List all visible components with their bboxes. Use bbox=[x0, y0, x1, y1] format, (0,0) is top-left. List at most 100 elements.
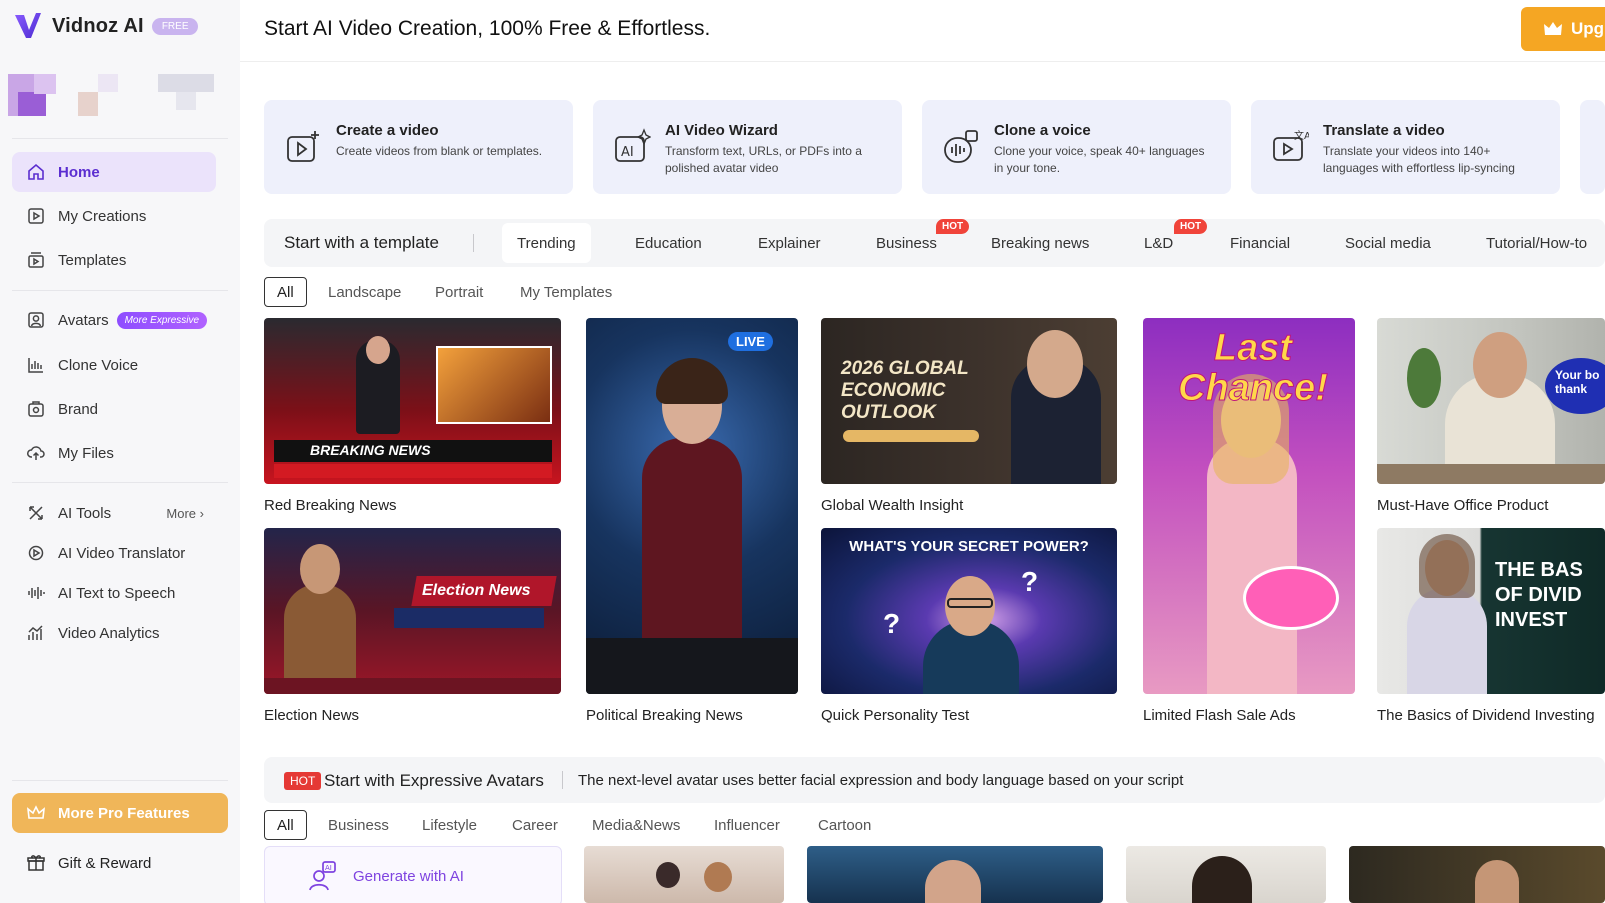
template-caption: Political Breaking News bbox=[586, 707, 743, 724]
tab-social-media[interactable]: Social media bbox=[1345, 219, 1431, 267]
sidebar-item-video-analytics[interactable]: Video Analytics bbox=[12, 613, 216, 653]
template-card[interactable]: LIVE bbox=[586, 318, 798, 694]
sidebar-item-label: Video Analytics bbox=[58, 624, 160, 642]
avatar[interactable] bbox=[8, 74, 222, 122]
template-caption: Red Breaking News bbox=[264, 497, 397, 514]
template-card[interactable]: Last Chance! bbox=[1143, 318, 1355, 694]
more-label: More bbox=[166, 505, 197, 521]
template-section-title: Start with a template bbox=[284, 233, 439, 252]
template-card[interactable]: THE BAS OF DIVID INVEST bbox=[1377, 528, 1605, 694]
create-video-card[interactable]: Create a video Create videos from blank o… bbox=[264, 100, 573, 194]
gift-icon bbox=[27, 855, 45, 871]
sidebar-item-my-creations[interactable]: My Creations bbox=[12, 196, 216, 236]
crown-icon bbox=[26, 805, 46, 819]
template-card[interactable]: BREAKING NEWS bbox=[264, 318, 561, 484]
tab-breaking-news[interactable]: Breaking news bbox=[991, 219, 1089, 267]
sidebar-item-label: Clone Voice bbox=[58, 356, 139, 374]
avatars-section-desc: The next-level avatar uses better facial… bbox=[578, 772, 1184, 789]
sidebar-item-label: AI Text to Speech bbox=[58, 584, 176, 602]
avatar-filter-cartoon[interactable]: Cartoon bbox=[818, 810, 871, 840]
template-overlay-text: Your bo thank bbox=[1555, 368, 1600, 396]
sidebar-item-my-files[interactable]: My Files bbox=[12, 433, 216, 473]
hot-badge: HOT bbox=[936, 219, 970, 234]
template-overlay-text: BREAKING NEWS bbox=[310, 442, 431, 458]
logo[interactable]: Vidnoz AI FREE bbox=[12, 10, 199, 42]
more-feature-card[interactable] bbox=[1580, 100, 1605, 194]
sidebar-item-ai-text-to-speech[interactable]: AI Text to Speech bbox=[12, 573, 216, 613]
tab-l-and-d[interactable]: L&D bbox=[1144, 219, 1173, 267]
filter-portrait[interactable]: Portrait bbox=[435, 277, 483, 307]
avatar-card[interactable] bbox=[1126, 846, 1326, 903]
sidebar-item-label: My Creations bbox=[58, 207, 147, 225]
template-card[interactable]: 2026 GLOBAL ECONOMIC OUTLOOK bbox=[821, 318, 1117, 484]
clone-voice-icon bbox=[944, 130, 978, 163]
svg-text:AI: AI bbox=[325, 864, 332, 872]
avatar-filter-lifestyle[interactable]: Lifestyle bbox=[422, 810, 477, 840]
card-desc: Transform text, URLs, or PDFs into a pol… bbox=[665, 144, 862, 175]
expressive-avatars-bar: HOT Start with Expressive Avatars The ne… bbox=[264, 757, 1605, 803]
avatar-filter-influencer[interactable]: Influencer bbox=[714, 810, 780, 840]
pro-features-label: More Pro Features bbox=[58, 804, 190, 822]
template-card[interactable]: Election News bbox=[264, 528, 561, 694]
create-video-icon bbox=[287, 131, 319, 162]
templates-icon bbox=[28, 252, 44, 268]
vidnoz-logo-icon bbox=[15, 13, 41, 38]
avatar-filter-business[interactable]: Business bbox=[328, 810, 389, 840]
filter-my-templates[interactable]: My Templates bbox=[520, 277, 612, 307]
template-caption: Quick Personality Test bbox=[821, 707, 970, 724]
hot-badge: HOT bbox=[1174, 219, 1208, 234]
tab-trending[interactable]: Trending bbox=[502, 223, 591, 263]
cloud-upload-icon bbox=[27, 446, 45, 460]
card-desc: Clone your voice, speak 40+ languages in… bbox=[994, 144, 1205, 175]
avatar-filter-all[interactable]: All bbox=[264, 810, 307, 840]
template-overlay-text: Last Chance! bbox=[1178, 327, 1329, 409]
tab-tutorial-how-to[interactable]: Tutorial/How-to bbox=[1486, 219, 1587, 267]
tab-explainer[interactable]: Explainer bbox=[758, 219, 821, 267]
svg-text:文A: 文A bbox=[1294, 129, 1309, 142]
template-caption: Global Wealth Insight bbox=[821, 497, 964, 514]
sidebar-item-brand[interactable]: Brand bbox=[12, 389, 216, 429]
filter-landscape[interactable]: Landscape bbox=[328, 277, 401, 307]
sidebar-item-avatars[interactable]: Avatars More Expressive bbox=[12, 300, 216, 340]
ai-wizard-icon: AI bbox=[615, 128, 651, 162]
avatar-filter-career[interactable]: Career bbox=[512, 810, 558, 840]
filter-all[interactable]: All bbox=[264, 277, 307, 307]
upgrade-button[interactable]: Upg bbox=[1521, 7, 1605, 51]
chevron-right-icon: › bbox=[199, 505, 204, 521]
sidebar-item-ai-tools[interactable]: AI Tools More › bbox=[12, 493, 216, 533]
sidebar-item-ai-video-translator[interactable]: AI Video Translator bbox=[12, 533, 216, 573]
more-pro-features-button[interactable]: More Pro Features bbox=[12, 793, 228, 833]
template-caption: Election News bbox=[264, 707, 360, 724]
ai-video-wizard-card[interactable]: AI AI Video Wizard Transform text, URLs, … bbox=[593, 100, 902, 194]
sidebar-item-label: AI Video Translator bbox=[58, 544, 186, 562]
tab-education[interactable]: Education bbox=[635, 219, 702, 267]
tab-business[interactable]: Business bbox=[876, 219, 937, 267]
ai-tools-icon bbox=[29, 506, 43, 520]
sidebar-item-clone-voice[interactable]: Clone Voice bbox=[12, 345, 216, 385]
avatar-card[interactable] bbox=[584, 846, 784, 903]
generate-with-ai-button[interactable]: AI Generate with AI bbox=[264, 846, 562, 903]
template-card[interactable]: Your bo thank bbox=[1377, 318, 1605, 484]
template-card[interactable]: WHAT'S YOUR SECRET POWER? ? ? bbox=[821, 528, 1117, 694]
clone-voice-card[interactable]: Clone a voice Clone your voice, speak 40+… bbox=[922, 100, 1231, 194]
brand-icon bbox=[28, 401, 44, 417]
sidebar-item-label: My Files bbox=[58, 444, 114, 462]
more-tools-link[interactable]: More › bbox=[166, 506, 204, 521]
avatar-card[interactable] bbox=[1349, 846, 1605, 903]
card-title: Translate a video bbox=[1323, 122, 1445, 139]
card-desc: Translate your videos into 140+ language… bbox=[1323, 144, 1515, 175]
hot-badge: HOT bbox=[284, 772, 322, 790]
sidebar-item-label: Home bbox=[58, 163, 100, 181]
tab-financial[interactable]: Financial bbox=[1230, 219, 1290, 267]
template-overlay-text: Election News bbox=[422, 582, 531, 599]
sidebar-item-home[interactable]: Home bbox=[12, 152, 216, 192]
gift-reward-link[interactable]: Gift & Reward bbox=[12, 843, 228, 883]
crown-icon bbox=[1544, 22, 1562, 35]
avatar-filter-media-news[interactable]: Media&News bbox=[592, 810, 680, 840]
svg-text:AI: AI bbox=[621, 145, 634, 160]
translate-video-card[interactable]: 文A Translate a video Translate your video… bbox=[1251, 100, 1560, 194]
avatar-card[interactable] bbox=[807, 846, 1103, 903]
sidebar-item-templates[interactable]: Templates bbox=[12, 240, 216, 280]
page-headline: Start AI Video Creation, 100% Free & Eff… bbox=[264, 17, 711, 40]
more-expressive-badge: More Expressive bbox=[116, 311, 208, 329]
